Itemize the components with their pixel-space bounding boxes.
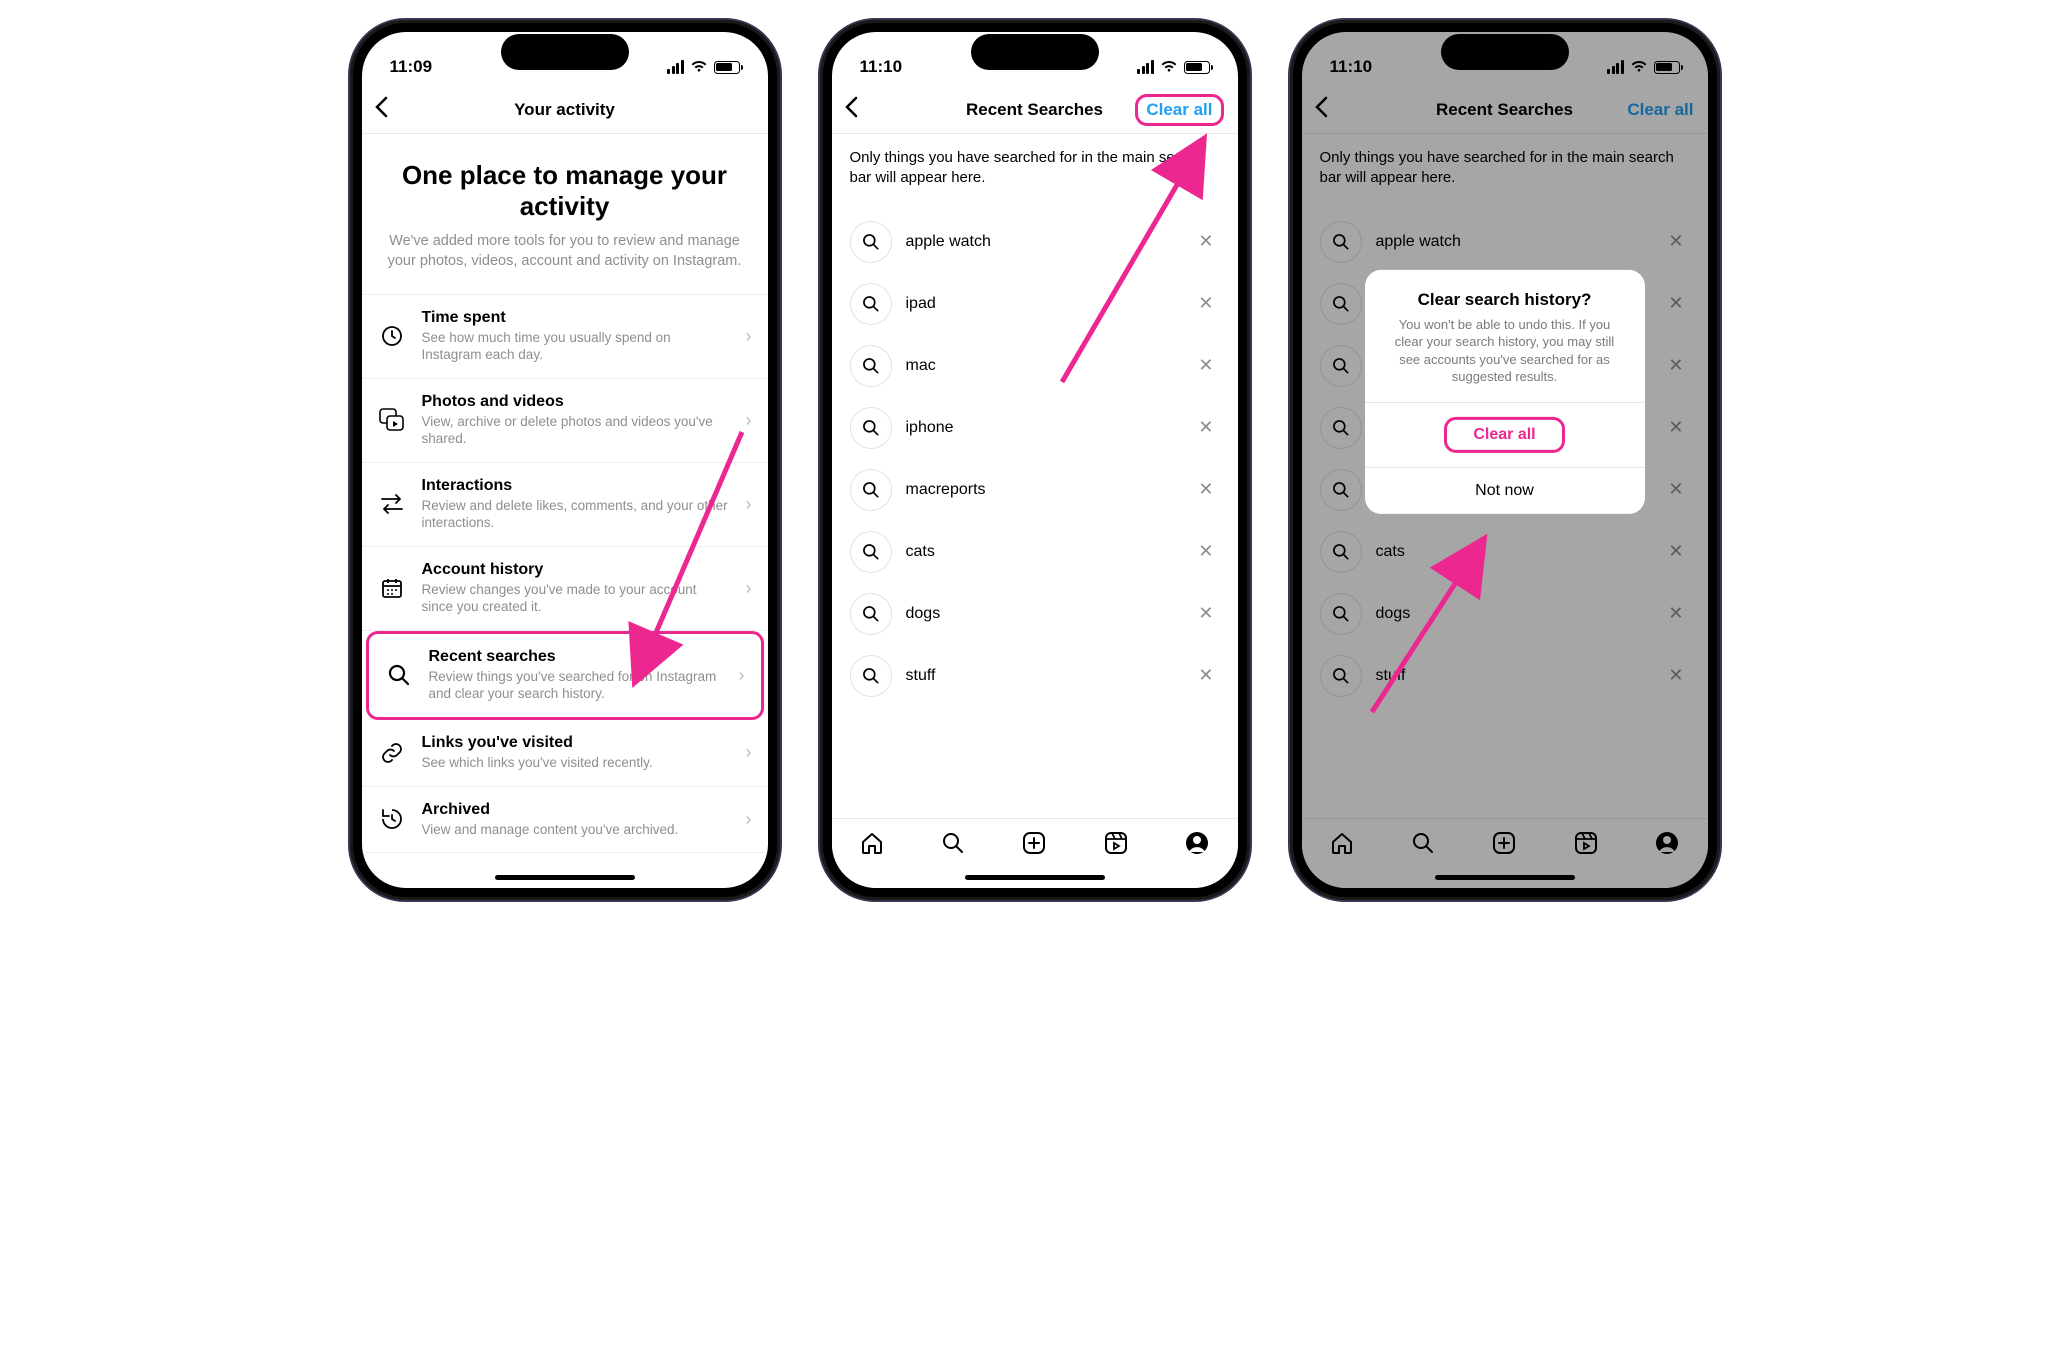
home-indicator[interactable]	[965, 875, 1105, 880]
remove-search-button[interactable]: ✕	[1192, 413, 1219, 442]
row-sub: See how much time you usually spend on I…	[422, 329, 730, 364]
chevron-right-icon: ›	[746, 742, 752, 763]
search-row[interactable]: iphone ✕	[846, 397, 1224, 459]
search-icon	[850, 221, 892, 263]
row-archived[interactable]: Archived View and manage content you've a…	[362, 787, 768, 854]
search-term: macreports	[906, 481, 1179, 499]
back-button[interactable]	[374, 96, 404, 123]
annotation-arrow	[1362, 522, 1522, 727]
remove-search-button[interactable]: ✕	[1192, 537, 1219, 566]
row-title: Links you've visited	[422, 734, 730, 752]
status-time: 11:09	[390, 57, 433, 77]
dialog-confirm-label: Clear all	[1444, 417, 1564, 453]
phone-1: 11:09 Your activity One place to manage …	[350, 20, 780, 900]
remove-search-button[interactable]: ✕	[1192, 599, 1219, 628]
nav-bar: Your activity	[362, 88, 768, 134]
link-icon	[378, 741, 406, 765]
signal-icon	[667, 60, 684, 74]
nav-title: Your activity	[362, 100, 768, 120]
search-row[interactable]: stuff ✕	[846, 645, 1224, 707]
tab-reels[interactable]	[1103, 830, 1129, 863]
row-sub: Review things you've searched for on Ins…	[429, 668, 723, 703]
dialog-cancel-button[interactable]: Not now	[1365, 467, 1645, 514]
dialog-body: You won't be able to undo this. If you c…	[1385, 315, 1625, 385]
wifi-icon	[690, 57, 708, 77]
search-term: stuff	[906, 667, 1179, 685]
clock-icon	[378, 324, 406, 348]
status-time: 11:10	[860, 57, 903, 77]
search-icon	[850, 469, 892, 511]
battery-icon	[714, 61, 740, 74]
battery-icon	[1184, 61, 1210, 74]
search-icon	[385, 663, 413, 687]
search-term: cats	[906, 543, 1179, 561]
search-row[interactable]: macreports ✕	[846, 459, 1224, 521]
nav-bar: Recent Searches Clear all	[832, 88, 1238, 134]
calendar-icon	[378, 577, 406, 599]
search-term: iphone	[906, 419, 1179, 437]
search-icon	[850, 407, 892, 449]
annotation-arrow	[1032, 132, 1232, 397]
media-icon	[378, 408, 406, 432]
back-button[interactable]	[844, 96, 874, 123]
phone-3: 11:10 Recent Searches Clear all Only thi…	[1290, 20, 1720, 900]
row-time-spent[interactable]: Time spent See how much time you usually …	[362, 295, 768, 379]
search-row[interactable]: cats ✕	[846, 521, 1224, 583]
clear-history-dialog: Clear search history? You won't be able …	[1365, 269, 1645, 513]
row-title: Archived	[422, 801, 730, 819]
screen-recent-searches: 11:10 Recent Searches Clear all Only thi…	[832, 32, 1238, 888]
search-icon	[850, 345, 892, 387]
chevron-right-icon: ›	[746, 326, 752, 347]
row-title: Photos and videos	[422, 393, 730, 411]
home-indicator[interactable]	[495, 875, 635, 880]
row-links-visited[interactable]: Links you've visited See which links you'…	[362, 720, 768, 787]
dynamic-island	[971, 34, 1099, 70]
annotation-arrow	[642, 422, 762, 667]
search-icon	[850, 283, 892, 325]
search-row[interactable]: dogs ✕	[846, 583, 1224, 645]
clear-all-button[interactable]: Clear all	[1135, 94, 1223, 126]
dialog-confirm-button[interactable]: Clear all	[1365, 402, 1645, 467]
hero-title: One place to manage your activity	[382, 160, 748, 222]
row-sub: View and manage content you've archived.	[422, 821, 730, 839]
hero-subtitle: We've added more tools for you to review…	[382, 232, 748, 271]
search-icon	[850, 593, 892, 635]
signal-icon	[1137, 60, 1154, 74]
dynamic-island	[501, 34, 629, 70]
screen-clear-dialog: 11:10 Recent Searches Clear all Only thi…	[1302, 32, 1708, 888]
chevron-right-icon: ›	[739, 665, 745, 686]
remove-search-button[interactable]: ✕	[1192, 661, 1219, 690]
remove-search-button[interactable]: ✕	[1192, 475, 1219, 504]
tab-home[interactable]	[859, 830, 885, 863]
archive-icon	[378, 807, 406, 831]
row-title: Time spent	[422, 309, 730, 327]
hero: One place to manage your activity We've …	[362, 134, 768, 295]
dynamic-island	[1441, 34, 1569, 70]
chevron-right-icon: ›	[746, 809, 752, 830]
search-icon	[850, 531, 892, 573]
search-term: dogs	[906, 605, 1179, 623]
arrows-icon	[378, 493, 406, 515]
screen-your-activity: 11:09 Your activity One place to manage …	[362, 32, 768, 888]
row-sub: See which links you've visited recently.	[422, 754, 730, 772]
search-icon	[850, 655, 892, 697]
dialog-title: Clear search history?	[1385, 289, 1625, 309]
wifi-icon	[1160, 57, 1178, 77]
phone-2: 11:10 Recent Searches Clear all Only thi…	[820, 20, 1250, 900]
tab-search[interactable]	[940, 830, 966, 863]
tab-create[interactable]	[1021, 830, 1047, 863]
tab-profile[interactable]	[1184, 830, 1210, 863]
